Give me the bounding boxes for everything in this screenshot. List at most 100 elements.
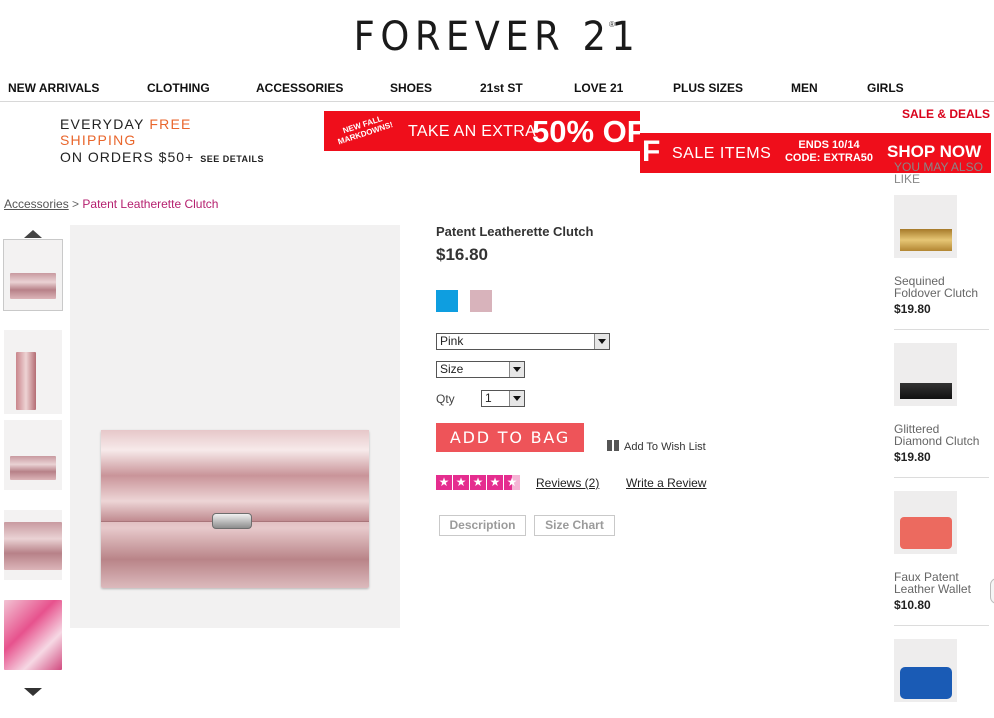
qty-select-value: 1 — [485, 391, 492, 405]
nav-shoes[interactable]: SHOES — [390, 81, 432, 95]
reviews-link[interactable]: Reviews (2) — [536, 476, 599, 490]
markdowns-tag: NEW FALL MARKDOWNS! — [336, 114, 395, 147]
divider — [894, 625, 989, 626]
nav-plus-sizes[interactable]: PLUS SIZES — [673, 81, 743, 95]
thumb-bag-side — [16, 352, 36, 410]
divider — [894, 477, 989, 478]
rec-item-2[interactable]: Glittered Diamond Clutch $19.80 — [894, 343, 989, 464]
shop-now-button[interactable]: SHOP NOW — [887, 142, 981, 162]
registered-mark: ® — [609, 20, 615, 29]
write-review-link[interactable]: Write a Review — [626, 476, 706, 490]
rec-item-name[interactable]: Faux Patent Leather Wallet — [894, 571, 989, 595]
thumbnail-4[interactable] — [4, 510, 62, 580]
nav-clothing[interactable]: CLOTHING — [147, 81, 210, 95]
nav-girls[interactable]: GIRLS — [867, 81, 904, 95]
nav-men[interactable]: MEN — [791, 81, 818, 95]
size-select-value: Size — [440, 362, 464, 376]
rating-stars: ★ ★ ★ ★ ★ — [436, 475, 522, 490]
ends-date: ENDS 10/14 — [798, 139, 860, 151]
chevron-down-icon[interactable] — [509, 391, 524, 406]
rec-item-price: $10.80 — [894, 598, 931, 612]
star-icon: ★ — [453, 475, 469, 490]
shipping-prefix: EVERYDAY — [60, 116, 145, 132]
add-to-wish-list-link[interactable]: Add To Wish List — [607, 440, 706, 453]
thumbnail-1[interactable] — [3, 239, 63, 311]
breadcrumb: Accessories > Patent Leatherette Clutch — [4, 197, 218, 211]
gift-icon — [607, 440, 619, 451]
take-extra-text: TAKE AN EXTRA — [408, 123, 537, 140]
wish-list-label: Add To Wish List — [624, 441, 706, 453]
rec-item-3[interactable]: Faux Patent Leather Wallet $10.80 — [894, 491, 989, 612]
thumb-bag-back — [10, 456, 56, 480]
thumbnail-2[interactable] — [4, 330, 62, 414]
see-details-link[interactable]: SEE DETAILS — [200, 154, 264, 164]
nav-21st-st[interactable]: 21st ST — [480, 81, 523, 95]
nav-sale-deals[interactable]: SALE & DEALS — [902, 107, 990, 121]
star-icon: ★ — [487, 475, 503, 490]
shipping-threshold: ON ORDERS $50+ — [60, 149, 195, 165]
main-product-image[interactable] — [70, 225, 400, 628]
rec-item-image[interactable] — [894, 343, 957, 406]
rec-item-image[interactable] — [894, 491, 957, 554]
thumb-bag-closeup — [4, 522, 62, 570]
nav-accessories[interactable]: ACCESSORIES — [256, 81, 343, 95]
half-star-icon: ★ — [504, 475, 520, 490]
star-icon: ★ — [436, 475, 452, 490]
rec-bag-shape — [900, 229, 952, 251]
product-title: Patent Leatherette Clutch — [436, 224, 594, 239]
star-icon: ★ — [470, 475, 486, 490]
rec-item-name[interactable]: Sequined Foldover Clutch — [894, 275, 989, 299]
nav-new-arrivals[interactable]: NEW ARRIVALS — [8, 81, 99, 95]
rec-item-1[interactable]: Sequined Foldover Clutch $19.80 — [894, 195, 989, 316]
thumbnail-3[interactable] — [4, 420, 62, 490]
sale-items-text: SALE ITEMS — [672, 145, 772, 162]
brand-logo[interactable]: FOREVER 21 — [40, 14, 954, 60]
you-may-also-like-heading: YOU MAY ALSO LIKE — [894, 160, 983, 186]
free-shipping-promo[interactable]: EVERYDAY FREE SHIPPING ON ORDERS $50+ SEE… — [60, 116, 270, 165]
product-price: $16.80 — [436, 245, 488, 264]
nav-love-21[interactable]: LOVE 21 — [574, 81, 623, 95]
breadcrumb-current: Patent Leatherette Clutch — [82, 197, 219, 211]
qty-label: Qty — [436, 392, 455, 406]
thumb-bag-front — [10, 273, 56, 299]
main-nav: NEW ARRIVALS CLOTHING ACCESSORIES SHOES … — [0, 80, 994, 102]
tab-size-chart[interactable]: Size Chart — [534, 515, 615, 536]
swatch-blue[interactable] — [436, 290, 458, 312]
off-tail-text: F — [642, 135, 661, 168]
rec-item-price: $19.80 — [894, 302, 931, 316]
shipping-line-1: EVERYDAY FREE SHIPPING — [60, 116, 270, 148]
clutch-clasp — [212, 513, 252, 529]
rec-item-price: $19.80 — [894, 450, 931, 464]
percent-off-text: 50% OF — [532, 114, 640, 149]
rec-bag-shape — [900, 383, 952, 399]
rec-item-4[interactable] — [894, 639, 989, 702]
rec-bag-shape — [900, 517, 952, 549]
thumb-scroll-down-icon[interactable] — [24, 688, 42, 696]
color-select[interactable]: Pink — [436, 333, 610, 350]
color-select-value: Pink — [440, 334, 464, 348]
rec-item-image[interactable] — [894, 639, 957, 702]
thumbnail-5[interactable] — [4, 600, 62, 670]
side-scroll-handle[interactable] — [990, 578, 994, 604]
thumb-bag-interior — [4, 600, 62, 670]
qty-select[interactable]: 1 — [481, 390, 525, 407]
rec-item-image[interactable] — [894, 195, 957, 258]
rec-bag-shape — [900, 667, 952, 699]
promo-ends-text: ENDS 10/14 CODE: EXTRA50 — [778, 139, 880, 165]
size-select[interactable]: Size — [436, 361, 525, 378]
tab-description[interactable]: Description — [439, 515, 526, 536]
swatch-pink[interactable] — [470, 290, 492, 312]
divider — [894, 329, 989, 330]
shipping-line-2: ON ORDERS $50+ SEE DETAILS — [60, 149, 270, 165]
clutch-illustration — [101, 430, 369, 588]
add-to-bag-button[interactable]: ADD TO BAG — [436, 423, 584, 452]
chevron-down-icon[interactable] — [594, 334, 609, 349]
rec-item-name[interactable]: Glittered Diamond Clutch — [894, 423, 989, 447]
thumb-scroll-up-icon[interactable] — [24, 230, 42, 238]
breadcrumb-separator: > — [72, 197, 80, 211]
promo-code: CODE: EXTRA50 — [784, 152, 874, 164]
sale-banner-top[interactable]: NEW FALL MARKDOWNS! TAKE AN EXTRA 50% OF — [324, 111, 640, 151]
chevron-down-icon[interactable] — [509, 362, 524, 377]
clutch-flap — [101, 430, 369, 522]
breadcrumb-accessories[interactable]: Accessories — [4, 197, 69, 211]
